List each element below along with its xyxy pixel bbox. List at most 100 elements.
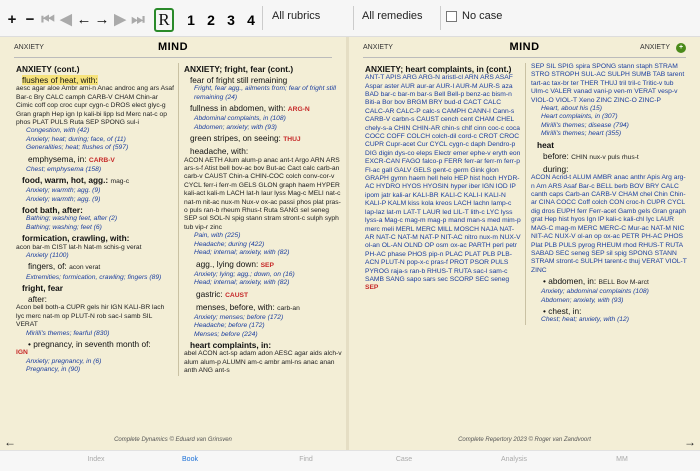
cross-ref[interactable]: Bathing; washing feet, after (2) — [16, 215, 174, 223]
case-checkbox[interactable] — [446, 10, 457, 22]
rubric-green-stripes[interactable]: green stripes, on seeing: — [190, 133, 281, 143]
rubric-before[interactable]: before: — [543, 151, 569, 161]
page-forward-arrow-icon[interactable]: → — [684, 436, 696, 448]
cross-ref[interactable]: Abdomen; anxiety, with (93) — [531, 297, 689, 305]
cross-ref[interactable]: Head; internal; anxiety, with (82) — [184, 249, 344, 257]
remedy-list[interactable]: ACON AETH Alum alum-p anac ant-t Argo AR… — [184, 157, 344, 233]
remedy-list[interactable]: Acon bell both-a CUPR gels hir IGN KALI-… — [16, 304, 174, 329]
rubric-after[interactable]: after: — [16, 294, 174, 304]
forward-icon[interactable]: → — [94, 10, 110, 30]
level-2-button[interactable]: 2 — [202, 12, 220, 28]
rubric-lying-down[interactable]: agg., lying down: — [196, 259, 258, 269]
remedy-list[interactable]: CHIN nux-v puls rhus-t — [571, 154, 639, 161]
rubric-during[interactable]: during: — [531, 164, 689, 174]
cross-ref[interactable]: Anxiety; warmth; agg. (9) — [16, 187, 174, 195]
prev-icon[interactable]: ◀ — [58, 10, 74, 30]
rubric-formication[interactable]: formication, crawling, with: — [16, 233, 174, 243]
case-selector[interactable]: No case — [446, 10, 502, 22]
cross-ref[interactable]: Abdominal complaints, in (108) — [184, 115, 344, 123]
cross-ref[interactable]: Anxiety; warmth; agg. (9) — [16, 196, 174, 204]
cross-ref[interactable]: Mirilli's themes; heart (355) — [531, 130, 689, 138]
cross-ref[interactable]: Pain, with (225) — [184, 232, 344, 240]
rubric-headache[interactable]: headache, with: — [190, 146, 248, 156]
cross-ref[interactable]: Generalities; heat; flushes of (597) — [16, 144, 174, 152]
rubric-foot-bath[interactable]: foot bath, after: — [16, 205, 174, 215]
remedy-list[interactable]: SEP — [261, 262, 274, 269]
remedy-list[interactable]: carb-an — [277, 305, 300, 312]
rubric-fear-remaining[interactable]: fear of fright still remaining — [184, 75, 344, 85]
rubric-menses-before[interactable]: menses, before, with: — [196, 302, 275, 312]
cross-ref[interactable]: Congestion, with (42) — [16, 127, 174, 135]
rubric-fullness-abdomen[interactable]: fullness in abdomen, with: — [190, 103, 285, 113]
tab-analysis[interactable]: Analysis — [484, 456, 544, 463]
cross-ref[interactable]: Heart, about his (15) — [531, 105, 689, 113]
remedy-list[interactable]: SEP SIL SPIG spira SPONG stann staph STR… — [531, 63, 689, 105]
cross-ref[interactable]: Mirilli's themes; fearful (830) — [16, 330, 174, 338]
remedy-list[interactable]: THUJ — [283, 136, 300, 143]
rubric-heart-complaints[interactable]: heart complaints, in: — [184, 340, 344, 350]
cross-ref[interactable]: Headache; during (422) — [184, 241, 344, 249]
tab-case[interactable]: Case — [374, 456, 434, 463]
remedy-list[interactable]: mag-c — [111, 178, 130, 185]
remedy-list[interactable]: ACON Acrid-t ALUM AMBR anac anthr Apis A… — [531, 174, 689, 275]
tab-mm[interactable]: MM — [592, 456, 652, 463]
remedy-R-button[interactable]: R — [154, 8, 174, 32]
remedy-list[interactable]: IGN — [16, 349, 174, 357]
remedy-list[interactable]: ARG-N — [288, 106, 310, 113]
rubric-pregnancy[interactable]: pregnancy, in seventh month of: — [33, 339, 150, 349]
rubric-flushes-heat[interactable]: flushes of heat, with: — [22, 75, 98, 86]
level-3-button[interactable]: 3 — [222, 12, 240, 28]
first-icon[interactable]: ⏮ — [40, 10, 56, 30]
remedy-list[interactable]: BELL Bov M-arct — [599, 279, 649, 286]
cross-ref[interactable]: Anxiety; pregnancy, in (6) — [16, 358, 174, 366]
remedy-list[interactable]: CAUST — [225, 292, 248, 299]
toolbar-divider — [353, 6, 354, 30]
rubric-heat[interactable]: heat — [531, 140, 689, 150]
cross-ref[interactable]: Fright, fear agg., ailments from; fear o… — [184, 85, 344, 102]
rubric-fright-fear[interactable]: fright, fear — [16, 283, 174, 293]
cross-ref[interactable]: Anxiety; abdominal complaints (108) — [531, 288, 689, 296]
rubric-chest-in[interactable]: chest, in: — [548, 306, 581, 316]
cross-ref[interactable]: Anxiety; heat; during; face, of (11) — [16, 136, 174, 144]
back-icon[interactable]: ← — [76, 10, 92, 30]
all-remedies-selector[interactable]: All remedies — [362, 10, 423, 22]
last-icon[interactable]: ⏭ — [130, 10, 146, 30]
cross-ref[interactable]: Head; internal; anxiety, with (82) — [184, 279, 344, 287]
level-1-button[interactable]: 1 — [182, 12, 200, 28]
page-back-arrow-icon[interactable]: ← — [4, 436, 16, 448]
cross-ref[interactable]: Pregnancy, in (90) — [16, 366, 174, 374]
level-4-button[interactable]: 4 — [242, 12, 260, 28]
cross-ref[interactable]: Heart complaints, in (307) — [531, 113, 689, 121]
rubric-abdomen-in[interactable]: abdomen, in: — [548, 276, 596, 286]
cross-ref[interactable]: Headache; before (172) — [184, 322, 344, 330]
all-rubrics-selector[interactable]: All rubrics — [272, 10, 320, 22]
tab-find[interactable]: Find — [276, 456, 336, 463]
cross-ref[interactable]: Anxiety; menses; before (172) — [184, 314, 344, 322]
cross-ref[interactable]: Chest; emphysema (158) — [16, 166, 174, 174]
cross-ref[interactable]: Anxiety (1100) — [16, 252, 174, 260]
cross-ref[interactable]: Extremities; formication, crawling; fing… — [16, 274, 174, 282]
rubric-fingers[interactable]: fingers, of: — [28, 261, 67, 271]
cross-ref[interactable]: Menses; before (224) — [184, 331, 344, 339]
remedy-list[interactable]: acon bar-m CIST lat-h Nat-m schis-g vera… — [16, 244, 174, 252]
rubric-emphysema[interactable]: emphysema, in: — [28, 154, 87, 164]
remedy-list[interactable]: aesc agar aloe Ambr ami-n Anac androc an… — [16, 85, 174, 127]
remedy-list[interactable]: CARB-V — [89, 157, 115, 164]
tab-book[interactable]: Book — [160, 456, 220, 463]
cross-ref[interactable]: Chest; heat; anxiety, with (12) — [531, 316, 689, 324]
remedy-list[interactable]: SEP — [365, 284, 521, 292]
remedy-list[interactable]: acon verat — [69, 264, 100, 271]
rubric-food-warm[interactable]: food, warm, hot, agg.: — [22, 175, 108, 185]
cross-ref[interactable]: Anxiety; lying; agg.; down, on (16) — [184, 271, 344, 279]
remedy-list[interactable]: abel ACON act-sp adam adon AESC agar aid… — [184, 350, 344, 375]
cross-ref[interactable]: Abdomen; anxiety; with (93) — [184, 124, 344, 132]
tab-index[interactable]: Index — [66, 456, 126, 463]
next-icon[interactable]: ▶ — [112, 10, 128, 30]
cross-ref[interactable]: Bathing; washing; feet (6) — [16, 224, 174, 232]
remedy-list[interactable]: ANT-T APIS ARG ARG-N aristl-cl ARN ARS A… — [365, 74, 521, 284]
minus-icon[interactable]: − — [22, 10, 38, 30]
add-icon[interactable]: + — [676, 43, 686, 53]
plus-icon[interactable]: + — [4, 10, 20, 30]
rubric-gastric[interactable]: gastric: — [196, 289, 223, 299]
cross-ref[interactable]: Mirilli's themes; disease (794) — [531, 122, 689, 130]
